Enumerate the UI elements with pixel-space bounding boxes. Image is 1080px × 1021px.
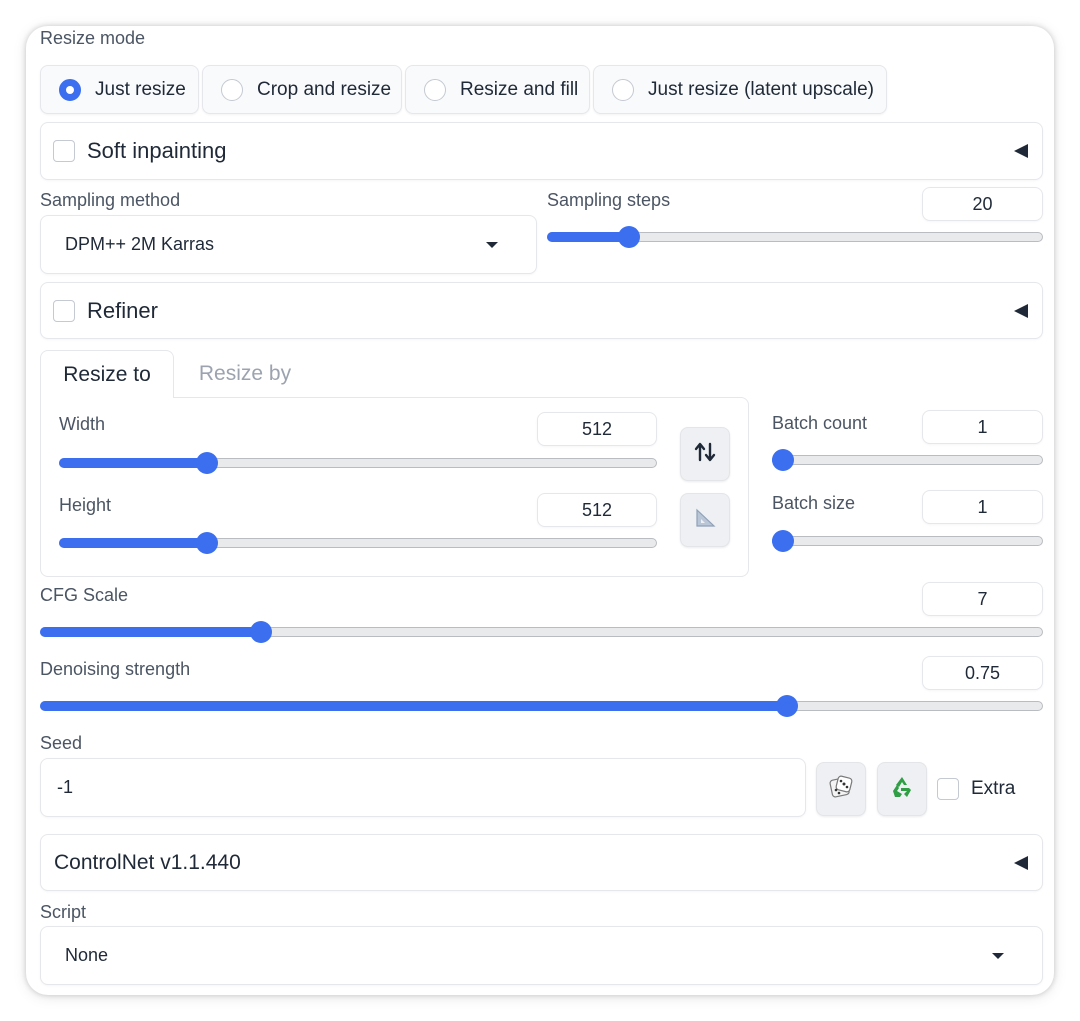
script-label: Script [40,902,87,922]
radio-indicator-checked [59,78,81,101]
batch-count-slider[interactable] [772,448,1043,472]
radio-label: Resize and fill [460,78,579,100]
slider-thumb[interactable] [772,530,794,552]
soft-inpainting-accordion[interactable]: Soft inpainting [40,122,1043,180]
refiner-label: Refiner [87,297,158,323]
width-slider[interactable] [59,451,657,475]
chevron-down-icon [486,241,498,248]
reuse-seed-button[interactable] [877,762,927,816]
refiner-accordion[interactable]: Refiner [40,282,1043,339]
tab-resize-to[interactable]: Resize to [40,350,174,398]
radio-indicator [221,78,243,101]
radio-crop-and-resize[interactable]: Crop and resize [202,65,402,114]
dice-icon [828,774,854,805]
swap-dimensions-icon [693,441,717,468]
denoising-strength-slider[interactable] [40,694,1043,718]
resize-mode-label: Resize mode [40,28,146,48]
height-slider[interactable] [59,531,657,555]
controlnet-accordion[interactable]: ControlNet v1.1.440 [40,834,1043,891]
radio-label: Just resize [95,78,186,100]
extra-option[interactable]: Extra [937,778,1015,800]
slider-fill [547,232,630,242]
extra-label: Extra [971,778,1016,799]
radio-just-resize-latent-upscale[interactable]: Just resize (latent upscale) [593,65,887,114]
radio-indicator [424,78,446,101]
slider-fill [59,538,207,548]
controlnet-title: ControlNet v1.1.440 [54,850,241,874]
swap-dimensions-button[interactable] [680,427,730,481]
slider-fill [40,627,261,637]
slider-thumb[interactable] [772,449,794,471]
collapse-triangle-icon[interactable] [1014,303,1028,318]
sampling-steps-slider[interactable] [547,225,1043,249]
cfg-scale-label: CFG Scale [40,585,129,605]
slider-thumb[interactable] [195,532,218,554]
seed-input[interactable]: -1 [40,758,806,817]
width-number-input[interactable]: 512 [537,412,657,446]
slider-thumb[interactable] [775,695,798,717]
width-label: Width [59,414,106,434]
radio-resize-and-fill[interactable]: Resize and fill [405,65,590,114]
script-value: None [65,945,109,965]
height-label: Height [59,495,112,515]
radio-label: Just resize (latent upscale) [648,78,874,100]
batch-count-label: Batch count [772,413,868,433]
cfg-scale-slider[interactable] [40,620,1043,644]
denoising-strength-label: Denoising strength [40,659,191,679]
slider-fill [59,458,207,468]
sampling-method-dropdown[interactable]: DPM++ 2M Karras [40,215,537,274]
collapse-triangle-icon[interactable] [1014,144,1028,158]
radio-label: Crop and resize [257,78,392,100]
slider-thumb[interactable] [249,621,272,643]
recycle-icon [889,774,915,805]
soft-inpainting-label: Soft inpainting [87,138,227,163]
sampling-steps-label: Sampling steps [547,190,671,210]
script-dropdown[interactable]: None [40,926,1043,985]
cfg-scale-number-input[interactable]: 7 [922,582,1043,616]
batch-count-number-input[interactable]: 1 [922,410,1043,444]
collapse-triangle-icon[interactable] [1014,855,1028,870]
sampling-steps-number-input[interactable]: 20 [922,187,1043,221]
slider-thumb[interactable] [618,226,641,248]
refiner-checkbox[interactable] [53,299,75,322]
slider-track [772,455,1043,465]
slider-thumb[interactable] [195,452,218,474]
chevron-down-icon [992,952,1004,959]
seed-label: Seed [40,733,83,753]
batch-size-slider[interactable] [772,529,1043,553]
sampling-method-value: DPM++ 2M Karras [65,234,215,254]
random-seed-button[interactable] [816,762,866,816]
slider-track [772,536,1043,546]
tab-resize-by[interactable]: Resize by [190,350,300,398]
sampling-method-label: Sampling method [40,190,181,210]
extra-checkbox[interactable] [937,778,959,800]
radio-indicator [612,78,634,101]
radio-just-resize[interactable]: Just resize [40,65,199,114]
aspect-ratio-triangle-icon [693,507,717,534]
slider-fill [40,701,787,711]
soft-inpainting-checkbox[interactable] [53,140,75,162]
batch-size-number-input[interactable]: 1 [922,490,1043,524]
batch-size-label: Batch size [772,493,856,513]
height-number-input[interactable]: 512 [537,493,657,527]
denoising-strength-number-input[interactable]: 0.75 [922,656,1043,690]
aspect-ratio-button[interactable] [680,493,730,547]
